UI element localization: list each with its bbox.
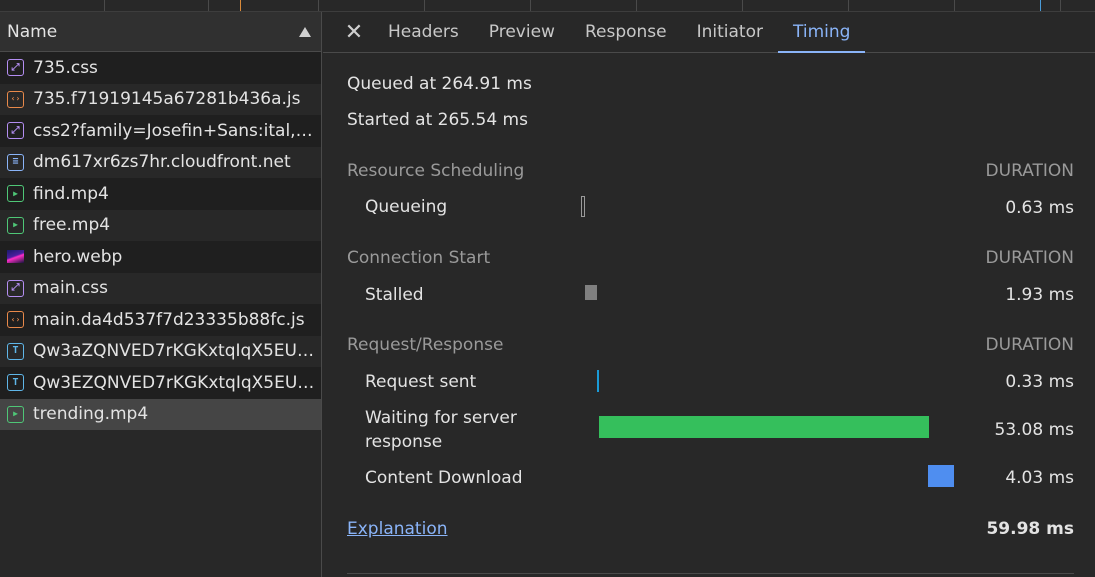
tab-timing[interactable]: Timing bbox=[777, 12, 866, 53]
total-duration: 59.98 ms bbox=[986, 519, 1074, 539]
doc-file-icon: ≡ bbox=[7, 153, 24, 171]
tab-response[interactable]: Response bbox=[570, 12, 682, 52]
timing-bar-stalled[interactable] bbox=[585, 285, 597, 300]
section-resource-scheduling: Resource Scheduling bbox=[347, 161, 525, 181]
request-row[interactable]: ▶ trending.mp4 bbox=[0, 398, 321, 430]
phase-label-waiting: Waiting for server response bbox=[365, 408, 517, 452]
request-row[interactable]: ▶ find.mp4 bbox=[0, 178, 321, 210]
overview-tick bbox=[104, 0, 105, 11]
duration-header: DURATION bbox=[985, 161, 1074, 181]
name-column-header[interactable]: Name bbox=[0, 12, 321, 52]
request-name: free.mp4 bbox=[33, 215, 111, 236]
tab-initiator[interactable]: Initiator bbox=[682, 12, 778, 52]
request-name: Qw3EZQNVED7rKGKxtqIqX5EUC... bbox=[33, 372, 315, 393]
css-file-icon: ⤢ bbox=[7, 279, 24, 297]
request-list-panel: Name ⤢ 735.css ‹› 735.f71919145a67281b436a.… bbox=[0, 12, 322, 577]
request-row[interactable]: ⤢ main.css bbox=[0, 272, 321, 304]
request-name: hero.webp bbox=[33, 246, 123, 267]
font-file-icon: T bbox=[7, 342, 24, 360]
overview-tick bbox=[530, 0, 531, 11]
request-detail-panel: ✕ Headers Preview Response Initiator Tim… bbox=[323, 12, 1095, 577]
request-name: dm617xr6zs7hr.cloudfront.net bbox=[33, 152, 291, 173]
phase-label-content-download: Content Download bbox=[365, 468, 523, 488]
request-name: main.css bbox=[33, 278, 108, 299]
font-file-icon: T bbox=[7, 374, 24, 392]
js-file-icon: ‹› bbox=[7, 311, 24, 329]
phase-value-request-sent: 0.33 ms bbox=[1005, 372, 1074, 392]
js-file-icon: ‹› bbox=[7, 90, 24, 108]
section-connection-start: Connection Start bbox=[347, 248, 491, 268]
css-file-icon: ⤢ bbox=[7, 122, 24, 140]
request-row[interactable]: T Qw3aZQNVED7rKGKxtqIqX5EUD... bbox=[0, 335, 321, 367]
overview-tick bbox=[1060, 0, 1061, 11]
img-file-icon bbox=[7, 250, 24, 264]
phase-label-request-sent: Request sent bbox=[365, 372, 477, 392]
phase-value-stalled: 1.93 ms bbox=[1005, 285, 1074, 305]
started-at-text: Started at 265.54 ms bbox=[347, 110, 528, 130]
request-name: 735.f71919145a67281b436a.js bbox=[33, 89, 301, 110]
overview-tick bbox=[636, 0, 637, 11]
request-name: 735.css bbox=[33, 57, 98, 78]
request-row[interactable]: ‹› 735.f71919145a67281b436a.js bbox=[0, 83, 321, 115]
sort-ascending-icon[interactable] bbox=[299, 26, 311, 37]
media-file-icon: ▶ bbox=[7, 216, 24, 234]
overview-tick bbox=[318, 0, 319, 11]
network-overview-strip[interactable] bbox=[0, 0, 1095, 12]
section-request-response: Request/Response bbox=[347, 335, 504, 355]
media-file-icon: ▶ bbox=[7, 185, 24, 203]
duration-header: DURATION bbox=[985, 248, 1074, 268]
close-icon[interactable]: ✕ bbox=[335, 12, 373, 52]
request-row[interactable]: ▶ free.mp4 bbox=[0, 209, 321, 241]
overview-tick bbox=[424, 0, 425, 11]
phase-value-queueing: 0.63 ms bbox=[1005, 198, 1074, 218]
phase-label-stalled: Stalled bbox=[365, 285, 424, 305]
request-name: main.da4d537f7d23335b88fc.js bbox=[33, 309, 305, 330]
timing-bar-queueing[interactable] bbox=[581, 196, 585, 217]
overview-tick bbox=[742, 0, 743, 11]
request-row[interactable]: ≡ dm617xr6zs7hr.cloudfront.net bbox=[0, 146, 321, 178]
request-row[interactable]: hero.webp bbox=[0, 241, 321, 273]
overview-tick bbox=[848, 0, 849, 11]
timing-bar-request-sent[interactable] bbox=[597, 370, 599, 392]
overview-tick bbox=[954, 0, 955, 11]
detail-tabs: ✕ Headers Preview Response Initiator Tim… bbox=[323, 12, 1095, 53]
request-name: trending.mp4 bbox=[33, 404, 149, 425]
duration-header: DURATION bbox=[985, 335, 1074, 355]
tab-preview[interactable]: Preview bbox=[474, 12, 570, 52]
request-name: find.mp4 bbox=[33, 183, 109, 204]
queued-at-text: Queued at 264.91 ms bbox=[347, 74, 532, 94]
timing-bar-waiting[interactable] bbox=[599, 416, 929, 438]
media-file-icon: ▶ bbox=[7, 405, 24, 423]
request-row[interactable]: ⤢ css2?family=Josefin+Sans:ital,wg... bbox=[0, 115, 321, 147]
request-name: css2?family=Josefin+Sans:ital,wg... bbox=[33, 120, 315, 141]
request-rows: ⤢ 735.css ‹› 735.f71919145a67281b436a.js ⤢ cs… bbox=[0, 52, 321, 430]
request-row[interactable]: ‹› main.da4d537f7d23335b88fc.js bbox=[0, 304, 321, 336]
request-row[interactable]: T Qw3EZQNVED7rKGKxtqIqX5EUC... bbox=[0, 367, 321, 399]
request-name: Qw3aZQNVED7rKGKxtqIqX5EUD... bbox=[33, 341, 315, 362]
timing-bar-content-download[interactable] bbox=[928, 465, 954, 487]
name-column-label: Name bbox=[7, 21, 58, 42]
phase-value-waiting: 53.08 ms bbox=[994, 420, 1075, 440]
explanation-link[interactable]: Explanation bbox=[347, 519, 448, 539]
overview-tick bbox=[240, 0, 241, 11]
tab-headers[interactable]: Headers bbox=[373, 12, 474, 52]
overview-tick bbox=[208, 0, 209, 11]
overview-tick bbox=[1040, 0, 1041, 11]
request-row[interactable]: ⤢ 735.css bbox=[0, 52, 321, 84]
phase-label-queueing: Queueing bbox=[365, 197, 448, 217]
css-file-icon: ⤢ bbox=[7, 59, 24, 77]
divider bbox=[347, 573, 1074, 574]
phase-value-content-download: 4.03 ms bbox=[1005, 468, 1074, 488]
